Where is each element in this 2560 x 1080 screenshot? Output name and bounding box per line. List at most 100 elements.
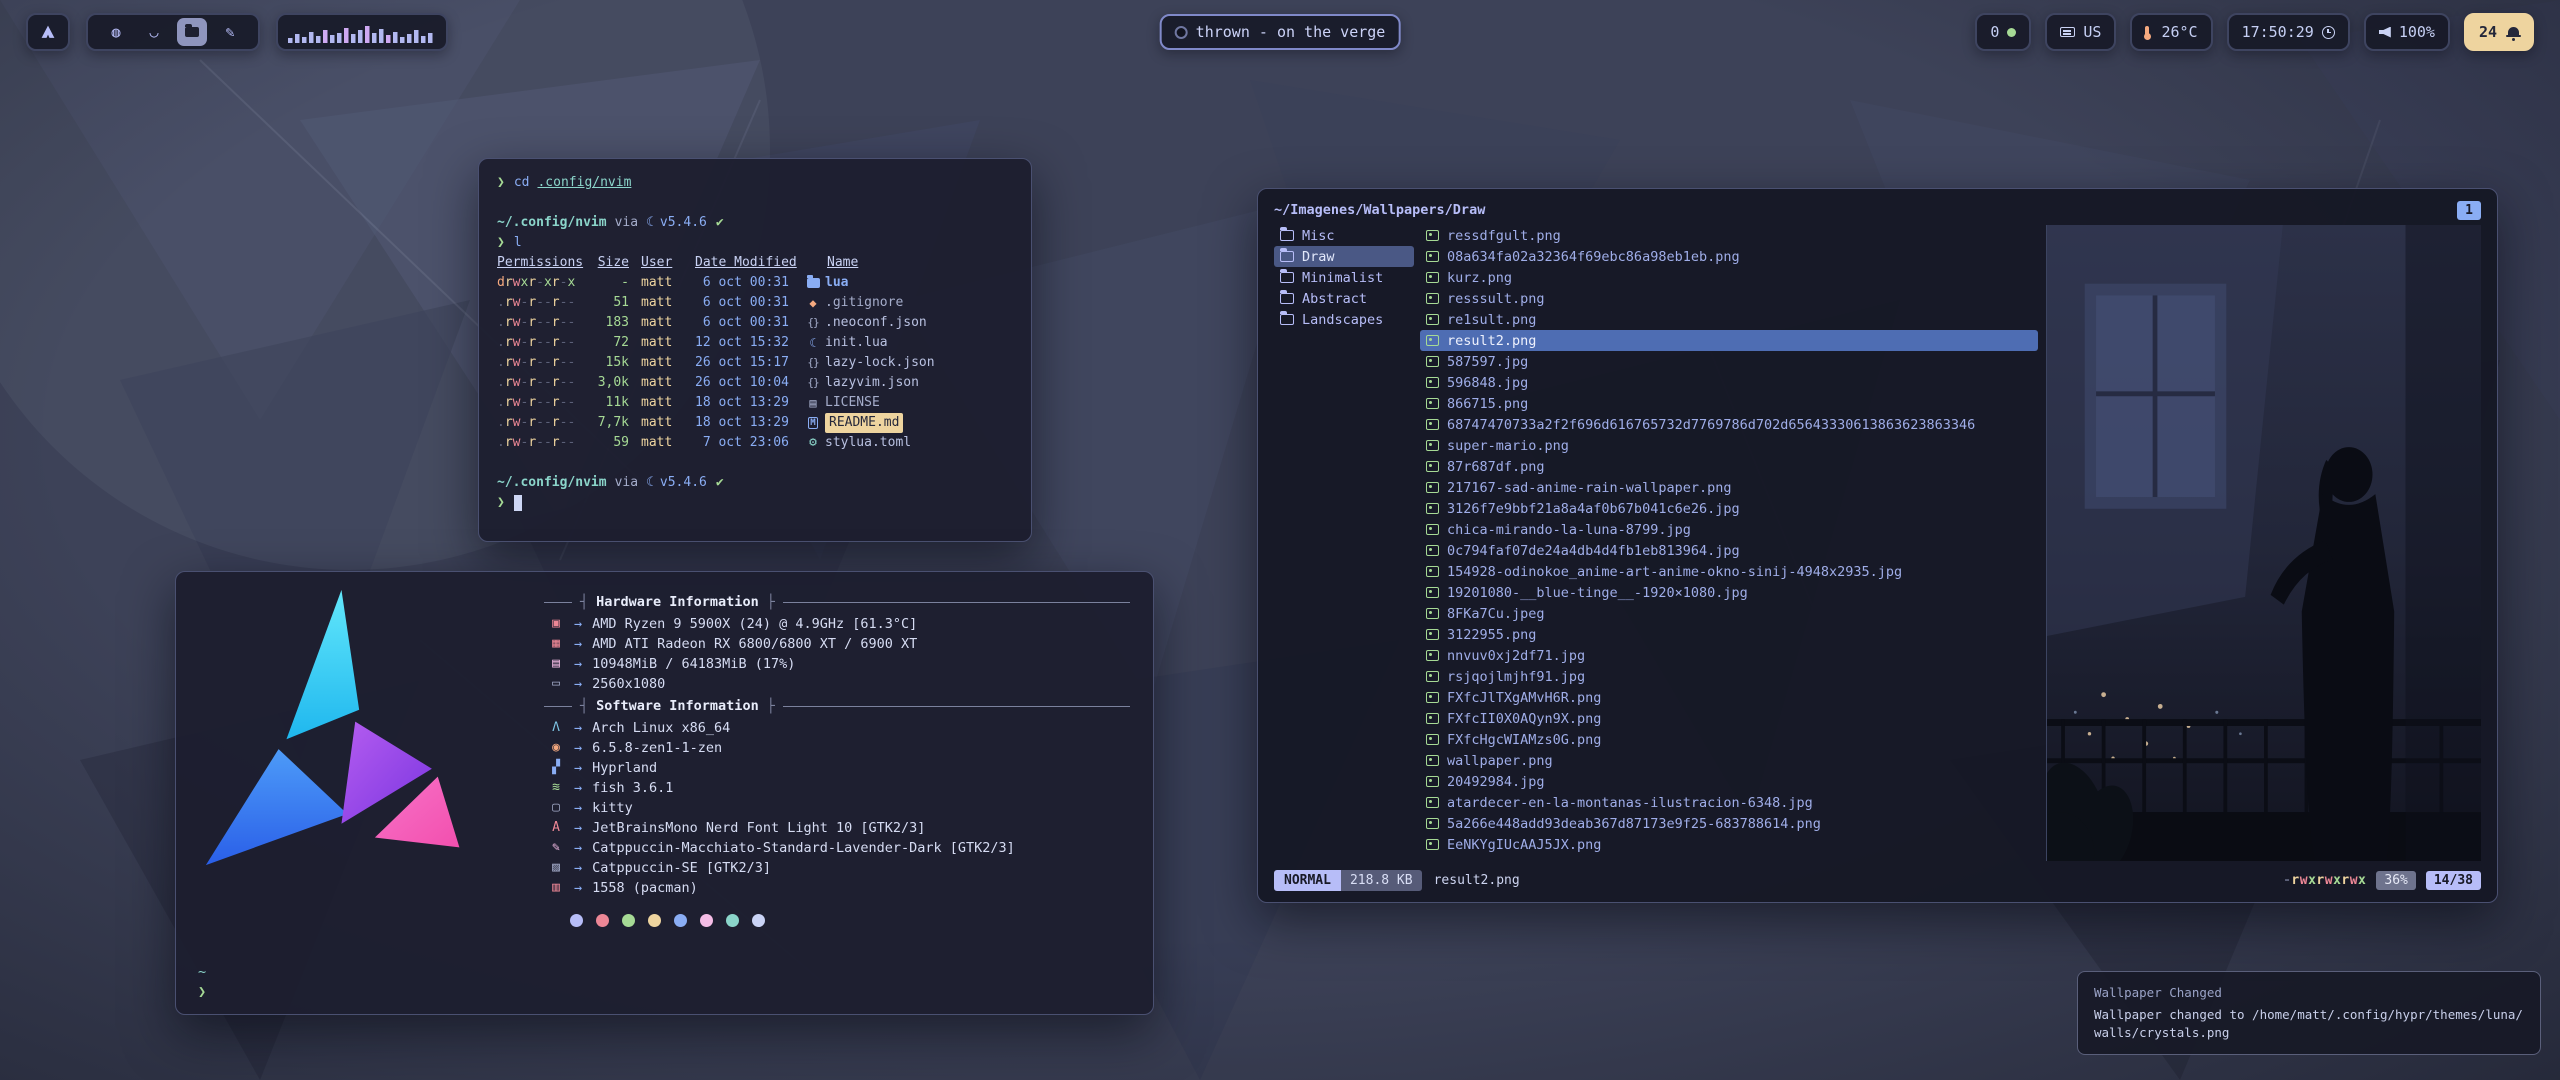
- file-name: 3122955.png: [1447, 627, 1536, 643]
- file-row[interactable]: 596848.jpg: [1420, 372, 2038, 393]
- image-preview: [2047, 225, 2481, 861]
- media-player-widget[interactable]: thrown - on the verge: [1160, 14, 1401, 50]
- directory-row[interactable]: Abstract: [1274, 288, 1414, 309]
- file-row[interactable]: 587597.jpg: [1420, 351, 2038, 372]
- workspace-button[interactable]: [139, 18, 169, 46]
- file-name: nnvuv0xj2df71.jpg: [1447, 648, 1585, 664]
- updates-widget[interactable]: 0: [1975, 13, 2031, 51]
- file-row[interactable]: 68747470733a2f2f696d616765732d7769786d70…: [1420, 414, 2038, 435]
- file-row[interactable]: wallpaper.png: [1420, 750, 2038, 771]
- workspace-button[interactable]: [215, 18, 245, 46]
- workspace-button[interactable]: [101, 18, 131, 46]
- speaker-icon: [2379, 27, 2391, 38]
- file-size-badge: 218.8 KB: [1341, 870, 1422, 891]
- file-row[interactable]: 3126f7e9bbf21a8a4af0b67b041c6e26.jpg: [1420, 498, 2038, 519]
- parent-directory-panel: Misc Draw Minimalist Abstract: [1274, 225, 1414, 861]
- file-row[interactable]: 87r687df.png: [1420, 456, 2038, 477]
- file-row[interactable]: 5a266e448add93deab367d87173e9f25-6837886…: [1420, 813, 2038, 834]
- file-row[interactable]: FXfcII0X0AQyn9X.png: [1420, 708, 2038, 729]
- file-row[interactable]: 0c794faf07de24a4db4d4fb1eb813964.jpg: [1420, 540, 2038, 561]
- file-row[interactable]: 8FKa7Cu.jpeg: [1420, 603, 2038, 624]
- info-icon: ▦: [544, 634, 568, 654]
- listing-row: .rw-r--r--7,7kmatt18 oct 13:29README.md: [497, 413, 1013, 433]
- volume-widget[interactable]: 100%: [2364, 13, 2450, 51]
- launcher-button[interactable]: [26, 13, 70, 51]
- file-row[interactable]: super-mario.png: [1420, 435, 2038, 456]
- terminal-color-palette: [570, 914, 1130, 927]
- fetch-info-panel: Hardware Information ▣AMD Ryzen 9 5900X …: [544, 590, 1130, 927]
- tab-badge[interactable]: 1: [2457, 201, 2481, 220]
- file-manager-window[interactable]: ~/Imagenes/Wallpapers/Draw 1 Misc Draw: [1257, 188, 2498, 903]
- command: cd: [514, 173, 530, 193]
- directory-name: Minimalist: [1302, 270, 1383, 286]
- info-icon: ▞: [544, 758, 568, 778]
- listing-row: .rw-r--r--72matt12 oct 15:32init.lua: [497, 333, 1013, 353]
- file-name: super-mario.png: [1447, 438, 1569, 454]
- file-row[interactable]: ressdfgult.png: [1420, 225, 2038, 246]
- permissions: .rw-r--r--: [497, 333, 581, 353]
- file-name: 866715.png: [1447, 396, 1528, 412]
- file-date: 26 oct 15:17: [695, 353, 799, 373]
- folder-icon: [1280, 293, 1294, 304]
- info-value: AMD Ryzen 9 5900X (24) @ 4.9GHz [61.3°C]: [592, 614, 917, 634]
- notification-count: 24: [2479, 23, 2497, 41]
- file-type-icon: [809, 333, 816, 353]
- file-row[interactable]: 866715.png: [1420, 393, 2038, 414]
- file-row[interactable]: rsjqojlmjhf91.jpg: [1420, 666, 2038, 687]
- file-row[interactable]: 20492984.jpg: [1420, 771, 2038, 792]
- listing-row: .rw-r--r--3,0kmatt26 oct 10:04lazyvim.js…: [497, 373, 1013, 393]
- file-date: 18 oct 13:29: [695, 393, 799, 413]
- workspace-icon: [149, 23, 158, 41]
- file-date: 18 oct 13:29: [695, 413, 799, 433]
- file-date: 12 oct 15:32: [695, 333, 799, 353]
- file-row[interactable]: 08a634fa02a32364f69ebc86a98eb1eb.png: [1420, 246, 2038, 267]
- clock-widget[interactable]: 17:50:29: [2227, 13, 2350, 51]
- directory-name: Draw: [1302, 249, 1335, 265]
- file-row[interactable]: 217167-sad-anime-rain-wallpaper.png: [1420, 477, 2038, 498]
- workspace-button[interactable]: [177, 18, 207, 46]
- file-row[interactable]: nnvuv0xj2df71.jpg: [1420, 645, 2038, 666]
- file-name: README.md: [825, 413, 903, 433]
- directory-row[interactable]: Landscapes: [1274, 309, 1414, 330]
- folder-icon: [1280, 314, 1294, 325]
- shell-prompt[interactable]: ~ ❯: [198, 962, 206, 1002]
- file-row[interactable]: 19201080-__blue-tinge__-1920×1080.jpg: [1420, 582, 2038, 603]
- info-line: ≋fish 3.6.1: [544, 778, 1130, 798]
- file-row[interactable]: chica-mirando-la-luna-8799.jpg: [1420, 519, 2038, 540]
- command-line: ❯cd.config/nvim: [497, 173, 1013, 193]
- success-check-icon: ✔: [716, 213, 724, 233]
- file-size: 3,0k: [585, 373, 629, 393]
- terminal-window[interactable]: ❯cd.config/nvim ~/.config/nvimvia☾v5.4.6…: [478, 158, 1032, 542]
- file-row[interactable]: FXfcJlTXgAMvH6R.png: [1420, 687, 2038, 708]
- notification-toast[interactable]: Wallpaper Changed Wallpaper changed to /…: [2077, 971, 2541, 1055]
- keyboard-layout-widget[interactable]: US: [2045, 13, 2116, 51]
- lua-version: v5.4.6: [660, 473, 707, 493]
- arrow-icon: [574, 674, 582, 694]
- file-row[interactable]: 154928-odinokoe_anime-art-anime-okno-sin…: [1420, 561, 2038, 582]
- file-row[interactable]: resssult.png: [1420, 288, 2038, 309]
- fetch-terminal-window[interactable]: Hardware Information ▣AMD Ryzen 9 5900X …: [175, 571, 1154, 1015]
- arrow-icon: [574, 738, 582, 758]
- file-row[interactable]: result2.png: [1420, 330, 2038, 351]
- notifications-widget[interactable]: 24: [2464, 13, 2534, 51]
- file-date: 6 oct 00:31: [695, 293, 799, 313]
- file-row[interactable]: EeNKYgIUcAAJ5JX.png: [1420, 834, 2038, 855]
- info-line: ▤10948MiB / 64183MiB (17%): [544, 654, 1130, 674]
- file-row[interactable]: 3122955.png: [1420, 624, 2038, 645]
- info-line: ▥1558 (pacman): [544, 878, 1130, 898]
- hardware-info-list: ▣AMD Ryzen 9 5900X (24) @ 4.9GHz [61.3°C…: [544, 614, 1130, 694]
- file-row[interactable]: re1sult.png: [1420, 309, 2038, 330]
- weather-widget[interactable]: 26°C: [2130, 13, 2212, 51]
- file-row[interactable]: atardecer-en-la-montanas-ilustracion-634…: [1420, 792, 2038, 813]
- image-file-icon: [1426, 377, 1439, 388]
- active-prompt-line[interactable]: ❯: [497, 493, 1013, 513]
- directory-row[interactable]: Minimalist: [1274, 267, 1414, 288]
- file-row[interactable]: kurz.png: [1420, 267, 2038, 288]
- cwd-path: ~/.config/nvim: [497, 213, 607, 233]
- directory-row[interactable]: Draw: [1274, 246, 1414, 267]
- file-row[interactable]: FXfcHgcWIAMzs0G.png: [1420, 729, 2038, 750]
- keyboard-layout: US: [2083, 23, 2101, 41]
- file-type-icon: [807, 313, 818, 333]
- directory-row[interactable]: Misc: [1274, 225, 1414, 246]
- status-bar: thrown - on the verge 0 US 26°C 17:50:29: [0, 10, 2560, 54]
